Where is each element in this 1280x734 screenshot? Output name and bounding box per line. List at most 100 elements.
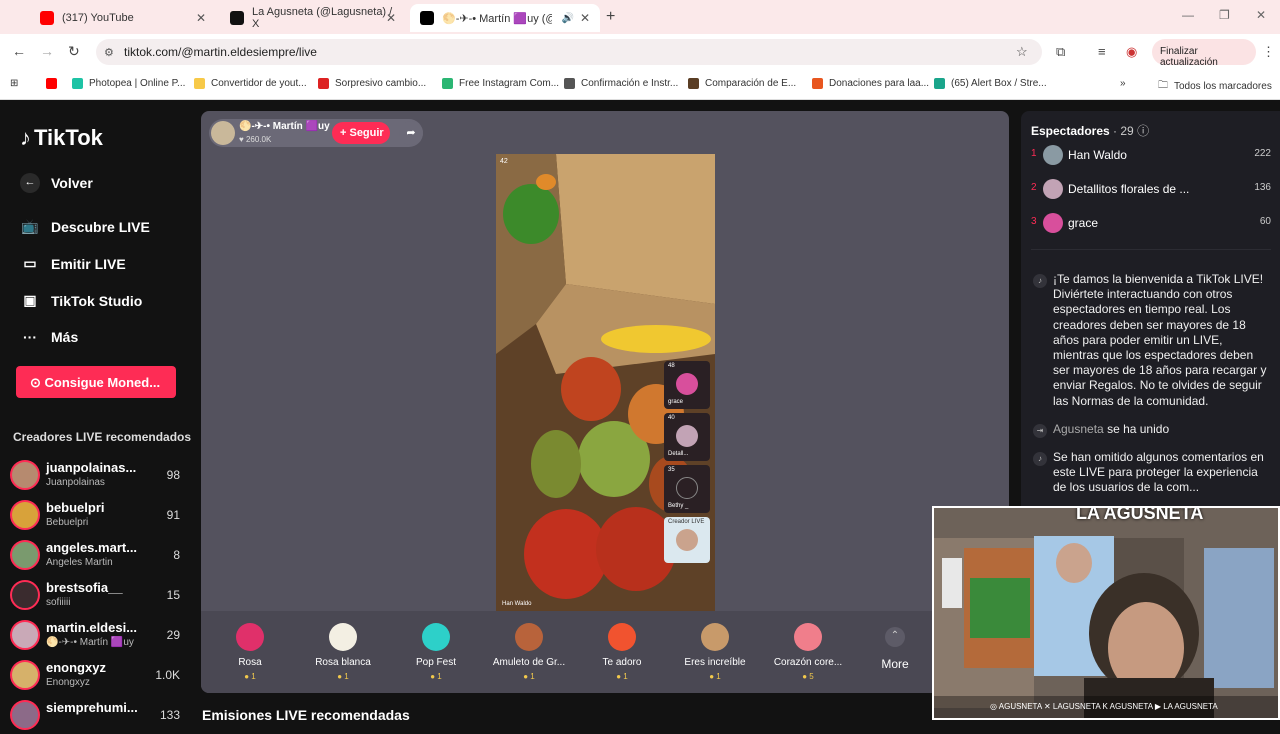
- share-icon[interactable]: ➦: [399, 121, 423, 145]
- bookmark-item[interactable]: Confirmación e Instr...: [564, 78, 678, 89]
- creator-item[interactable]: enongxyz Enongxyz 1.0K: [10, 658, 190, 694]
- close-icon[interactable]: ✕: [196, 11, 206, 25]
- host-name[interactable]: 🌕-✈-• Martín 🟪uy: [239, 121, 330, 132]
- bookmark-item[interactable]: Free Instagram Com...: [442, 78, 559, 89]
- menu-icon[interactable]: ⋮: [1262, 44, 1275, 60]
- gift-item[interactable]: Corazón core... ● 5: [763, 617, 853, 687]
- gift-item[interactable]: Pop Fest ● 1: [391, 617, 481, 687]
- gift-item[interactable]: Te adoro ● 1: [577, 617, 667, 687]
- viewer-score: 222: [1254, 148, 1271, 159]
- creator-item[interactable]: brestsofia__ sofiiiii 15: [10, 578, 190, 614]
- forward-icon[interactable]: →: [40, 43, 54, 59]
- back-icon[interactable]: ←: [12, 43, 26, 59]
- close-window-icon[interactable]: ✕: [1256, 8, 1266, 22]
- join-icon: ⇥: [1033, 424, 1047, 438]
- bookmark-item[interactable]: (65) Alert Box / Stre...: [934, 78, 1047, 89]
- site-settings-icon[interactable]: ⚙: [104, 46, 114, 59]
- creator-item[interactable]: bebuelpri Bebuelpri 91: [10, 498, 190, 534]
- tiktok-icon: ♪: [1033, 274, 1047, 288]
- profile-icon[interactable]: ◉: [1126, 44, 1137, 60]
- creator-name: angeles.mart...: [46, 540, 138, 555]
- creator-item[interactable]: juanpolainas... Juanpolainas 98: [10, 458, 190, 494]
- tab-youtube[interactable]: (317) YouTube ✕: [30, 4, 216, 32]
- new-tab-button[interactable]: +: [606, 8, 615, 26]
- creator-item[interactable]: angeles.mart... Angeles Martin 8: [10, 538, 190, 574]
- gift-price: ● 1: [298, 672, 388, 681]
- top-viewer[interactable]: 2 Detallitos florales de ... 136: [1031, 179, 1271, 203]
- live-video[interactable]: 42 Han Waldo 48 grace 40 Detall... 35 Be…: [496, 154, 715, 611]
- guest-tile[interactable]: 48 grace: [664, 361, 710, 409]
- follow-button[interactable]: + Seguir: [332, 122, 390, 144]
- host-info[interactable]: 🌕-✈-• Martín 🟪uy ♥ 260.0K + Seguir: [209, 119, 423, 147]
- gift-item[interactable]: Amuleto de Gr... ● 1: [484, 617, 574, 687]
- gift-item[interactable]: Rosa blanca ● 1: [298, 617, 388, 687]
- more-bookmarks-icon[interactable]: »: [1120, 78, 1126, 89]
- guest-tile[interactable]: 35 Bethy _: [664, 465, 710, 513]
- nav-tiktok-studio[interactable]: ▣ TikTok Studio: [20, 292, 142, 309]
- bookmark-item[interactable]: Comparación de E...: [688, 78, 796, 89]
- bookmark-item[interactable]: Photopea | Online P...: [72, 78, 185, 89]
- tiktok-logo[interactable]: ♪ TikTok: [20, 125, 103, 151]
- minimize-icon[interactable]: —: [1182, 8, 1194, 22]
- creator-handle: sofiiiii: [46, 597, 71, 608]
- gift-price-value: 5: [809, 672, 814, 681]
- all-bookmarks[interactable]: 🗀 Todos los marcadores: [1158, 78, 1272, 95]
- creator-live-tile[interactable]: Creador LIVE: [664, 517, 710, 563]
- nav-more[interactable]: ··· Más: [20, 329, 78, 345]
- close-icon[interactable]: ✕: [386, 11, 396, 25]
- gift-item[interactable]: Eres increíble ● 1: [670, 617, 760, 687]
- message-text: Se han omitido algunos comentarios en es…: [1053, 450, 1264, 495]
- bookmark-star-icon[interactable]: ☆: [1016, 44, 1028, 60]
- viewer-count: 8: [173, 548, 180, 562]
- speaker-icon[interactable]: 🔊: [562, 13, 574, 24]
- avatar[interactable]: [211, 121, 235, 145]
- streamer-logo: LA AGUSNETA: [1076, 506, 1204, 523]
- info-icon[interactable]: ⓘ: [1137, 124, 1149, 138]
- top-viewer[interactable]: 3 grace 60: [1031, 213, 1271, 237]
- bookmark-item[interactable]: Sorpresivo cambio...: [318, 78, 426, 89]
- news-icon: [318, 78, 329, 89]
- tab-x[interactable]: La Agusneta (@Lagusneta) / X ✕: [220, 4, 406, 32]
- guest-name: Bethy _: [668, 503, 689, 509]
- creator-item[interactable]: siemprehumi... 133: [10, 698, 190, 734]
- url-field[interactable]: tiktok.com/@martin.eldesiempre/live: [96, 39, 1042, 65]
- heart-gift-icon: [608, 623, 636, 651]
- gift-price-value: 1: [716, 672, 721, 681]
- guest-tile[interactable]: 40 Detall...: [664, 413, 710, 461]
- spectators-header[interactable]: Espectadores · 29 ⓘ: [1031, 122, 1149, 139]
- avatar: [10, 620, 40, 650]
- folder-icon: 🗀: [1158, 80, 1168, 91]
- gift-price-value: 1: [623, 672, 628, 681]
- get-coins-button[interactable]: ⊙ Consigue Moned...: [16, 366, 176, 398]
- reload-icon[interactable]: ↻: [68, 43, 80, 60]
- nav-go-live[interactable]: ▭ Emitir LIVE: [20, 255, 126, 272]
- media-icon[interactable]: ≡: [1098, 44, 1106, 59]
- bookmark-label: (65) Alert Box / Stre...: [951, 78, 1047, 89]
- youtube-icon: [46, 78, 57, 89]
- bookmark-youtube[interactable]: [46, 78, 63, 89]
- studio-icon: ▣: [23, 292, 37, 308]
- message-user[interactable]: Agusneta: [1053, 422, 1104, 436]
- bookmark-item[interactable]: Donaciones para laa...: [812, 78, 929, 89]
- guest-name: Detall...: [668, 451, 689, 457]
- nav-label: Emitir LIVE: [51, 255, 126, 272]
- viewer-count: 15: [166, 588, 180, 602]
- back-link[interactable]: ← Volver: [20, 173, 93, 193]
- tab-tiktok[interactable]: 🌕-✈-• Martín 🟪uy (@mar 🔊 ✕: [410, 4, 600, 32]
- gift-price: ● 5: [763, 672, 853, 681]
- tab-title: 🌕-✈-• Martín 🟪uy (@mar: [442, 12, 552, 25]
- tab-title: (317) YouTube: [62, 12, 134, 24]
- gift-price-value: 1: [530, 672, 535, 681]
- spectators-title: Espectadores: [1031, 124, 1110, 138]
- nav-discover-live[interactable]: 📺 Descubre LIVE: [20, 218, 150, 235]
- more-gifts-button[interactable]: ⌃ More: [875, 627, 915, 671]
- restore-icon[interactable]: ❐: [1219, 8, 1230, 22]
- top-viewer[interactable]: 1 Han Waldo 222: [1031, 145, 1271, 169]
- update-button[interactable]: Finalizar actualización: [1152, 39, 1256, 68]
- bookmark-item[interactable]: Convertidor de yout...: [194, 78, 307, 89]
- creator-item[interactable]: martin.eldesi... 🌕-✈-• Martín 🟪uy 29: [10, 618, 190, 654]
- gift-item[interactable]: Rosa ● 1: [205, 617, 295, 687]
- apps-icon[interactable]: ⊞: [10, 78, 18, 89]
- close-icon[interactable]: ✕: [580, 11, 590, 25]
- extensions-icon[interactable]: ⧉: [1056, 44, 1065, 60]
